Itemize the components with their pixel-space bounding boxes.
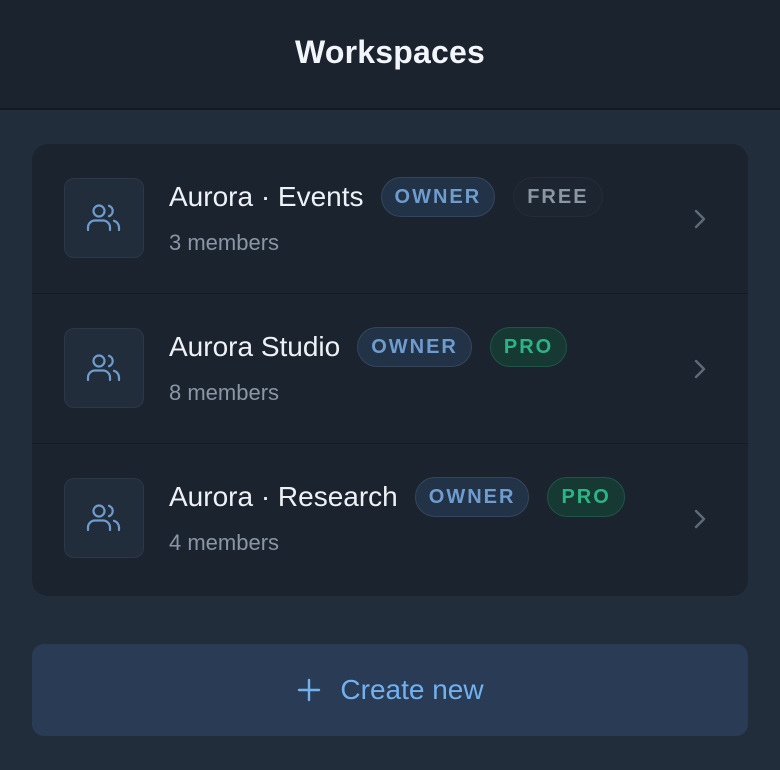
- member-count: 3 members: [169, 230, 280, 255]
- role-badge: OWNER: [380, 177, 496, 217]
- app-header: Workspaces: [0, 0, 780, 110]
- chevron-right-icon[interactable]: [690, 505, 710, 533]
- chevron-right-icon[interactable]: [690, 355, 710, 383]
- users-icon: [86, 504, 121, 532]
- workspace-avatar: [64, 178, 144, 258]
- workspace-row[interactable]: Aurora Studio OWNER PRO 8 members: [32, 294, 748, 444]
- member-count: 4 members: [169, 530, 280, 555]
- plus-icon: [296, 677, 322, 703]
- workspace-avatar: [64, 328, 144, 408]
- workspace-name: Aurora · Events: [169, 181, 364, 212]
- chevron-right-icon[interactable]: [690, 205, 710, 233]
- create-new-button[interactable]: Create new: [32, 644, 748, 736]
- workspace-row[interactable]: Aurora · Events OWNER FREE 3 members: [32, 144, 748, 294]
- workspace-row[interactable]: Aurora · Research OWNER PRO 4 members: [32, 444, 748, 594]
- role-badge: OWNER: [414, 477, 530, 517]
- workspace-name: Aurora Studio: [169, 331, 341, 362]
- users-icon: [86, 204, 121, 232]
- workspace-avatar: [64, 478, 144, 558]
- plan-badge: PRO: [547, 477, 625, 517]
- workspace-name: Aurora · Research: [169, 481, 398, 512]
- member-count: 8 members: [169, 380, 280, 405]
- page-title: Workspaces: [295, 33, 485, 70]
- role-badge: OWNER: [357, 327, 472, 367]
- workspace-list: Aurora · Events OWNER FREE 3 members Aur…: [32, 144, 748, 596]
- plan-badge: FREE: [513, 177, 603, 217]
- plan-badge: PRO: [489, 327, 568, 367]
- create-new-label: Create new: [340, 674, 484, 705]
- users-icon: [86, 354, 121, 382]
